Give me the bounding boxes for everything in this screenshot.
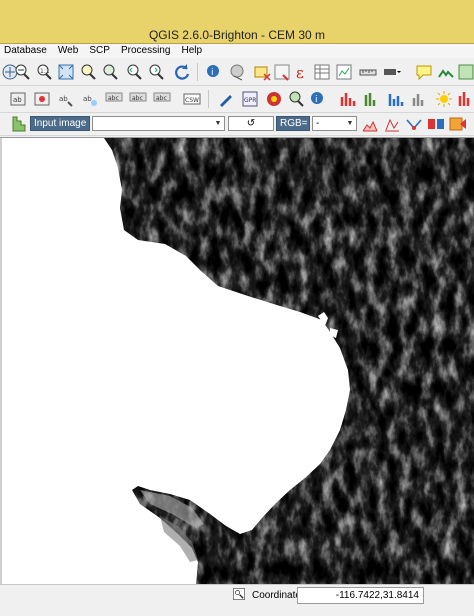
change-label-icon[interactable]: abc	[152, 89, 172, 109]
georeferencer-icon[interactable]: GPR	[240, 89, 260, 109]
label-plugin-toolbar: ab ab ab abc abc abc CSW GPR i	[0, 86, 474, 113]
layer-diagram-icon[interactable]	[32, 89, 52, 109]
svg-text:1:1: 1:1	[40, 68, 50, 75]
svg-text:ab: ab	[83, 95, 92, 103]
toolbar-separator	[208, 90, 209, 108]
menu-bar: Database Web SCP Processing Help	[0, 44, 474, 58]
chevron-down-icon: ▼	[214, 120, 222, 127]
map-tips-icon[interactable]	[414, 62, 434, 82]
menu-processing[interactable]: Processing	[117, 44, 174, 58]
zoom-out-icon[interactable]	[12, 62, 32, 82]
chevron-down-icon: ▼	[346, 120, 354, 127]
menu-web[interactable]: Web	[54, 44, 82, 58]
band-set-icon[interactable]	[386, 89, 406, 109]
measure-dropdown-icon[interactable]	[382, 62, 402, 82]
coordinate-label: Coordinate:	[252, 590, 304, 601]
zoom-to-roi-icon[interactable]	[286, 89, 306, 109]
window-titlebar: QGIS 2.6.0-Brighton - CEM 30 m	[0, 0, 474, 44]
rgb-combo-value: -	[316, 118, 320, 129]
zoom-next-icon[interactable]	[146, 62, 166, 82]
svg-text:ε: ε	[296, 64, 304, 82]
rgb-combo[interactable]: - ▼	[312, 116, 357, 131]
svg-text:i: i	[211, 68, 214, 78]
svg-text:GPR: GPR	[244, 97, 256, 104]
zoom-to-layer-icon[interactable]	[100, 62, 120, 82]
measure-line-icon[interactable]	[358, 62, 378, 82]
csw-client-icon[interactable]: CSW	[182, 89, 202, 109]
refresh-icon[interactable]	[172, 62, 192, 82]
window-title: QGIS 2.6.0-Brighton - CEM 30 m	[148, 28, 326, 42]
coordinate-field[interactable]: -116.7422,31.8414	[297, 587, 424, 604]
deselect-features-icon[interactable]	[252, 62, 272, 82]
classification-preview-icon[interactable]	[410, 89, 430, 109]
svg-text:ab: ab	[13, 96, 22, 104]
svg-text:i: i	[315, 95, 318, 105]
rgb-label: RGB=	[276, 116, 310, 131]
open-field-calculator-icon[interactable]	[272, 62, 292, 82]
scp-toolbar: Input image ▼ ↺ RGB= - ▼	[0, 113, 474, 136]
svg-text:abc: abc	[132, 95, 143, 102]
scp-info-icon[interactable]: i	[308, 89, 328, 109]
local-cumulative-stretch-icon[interactable]	[360, 114, 380, 134]
map-raster	[0, 138, 474, 585]
scp-dock-icon[interactable]	[10, 114, 30, 134]
select-features-icon[interactable]	[228, 62, 248, 82]
scatter-plot-icon[interactable]	[362, 89, 382, 109]
menu-scp[interactable]: SCP	[85, 44, 114, 58]
zoom-full-icon[interactable]	[56, 62, 76, 82]
show-hide-labels-icon[interactable]: ab	[80, 89, 100, 109]
move-label-icon[interactable]: abc	[104, 89, 124, 109]
menu-database[interactable]: Database	[0, 44, 51, 58]
statistics-icon[interactable]	[334, 62, 354, 82]
layer-labeling-icon[interactable]: ab	[8, 89, 28, 109]
zoom-last-icon[interactable]	[124, 62, 144, 82]
input-image-label: Input image	[30, 116, 90, 131]
scp-arrow-icon[interactable]	[448, 114, 468, 134]
scp-pen-icon[interactable]	[216, 89, 236, 109]
svg-text:ab: ab	[59, 95, 68, 103]
spectral-plot-icon[interactable]	[338, 89, 358, 109]
input-image-combo[interactable]: ▼	[92, 116, 225, 131]
new-bookmark-icon[interactable]	[436, 62, 456, 82]
show-bookmarks-icon[interactable]	[456, 62, 474, 82]
roi-color-icon[interactable]	[426, 114, 446, 134]
attribute-table-icon[interactable]	[312, 62, 332, 82]
refresh-image-list-button[interactable]: ↺	[228, 116, 274, 131]
zoom-to-selection-icon[interactable]	[78, 62, 98, 82]
scp-process-icon[interactable]	[264, 89, 284, 109]
map-canvas[interactable]	[0, 137, 474, 585]
spectral-signature-icon[interactable]	[456, 89, 474, 109]
band-combination-icon[interactable]	[404, 114, 424, 134]
map-navigation-toolbar: 1:1 i ε	[0, 59, 474, 86]
sun-icon[interactable]	[434, 89, 454, 109]
zoom-native-icon[interactable]: 1:1	[34, 62, 54, 82]
rotate-label-icon[interactable]: abc	[128, 89, 148, 109]
svg-text:abc: abc	[108, 95, 119, 102]
epsilon-icon[interactable]: ε	[292, 62, 312, 82]
svg-text:CSW: CSW	[185, 97, 199, 104]
status-bar: Coordinate: -116.7422,31.8414	[0, 584, 474, 616]
toolbar-separator	[197, 63, 198, 81]
pin-labels-icon[interactable]: ab	[56, 89, 76, 109]
identify-features-icon[interactable]: i	[204, 62, 224, 82]
menu-help[interactable]: Help	[177, 44, 206, 58]
coordinate-toggle-icon[interactable]	[232, 587, 246, 601]
standard-deviation-stretch-icon[interactable]	[382, 114, 402, 134]
svg-text:abc: abc	[156, 95, 167, 102]
